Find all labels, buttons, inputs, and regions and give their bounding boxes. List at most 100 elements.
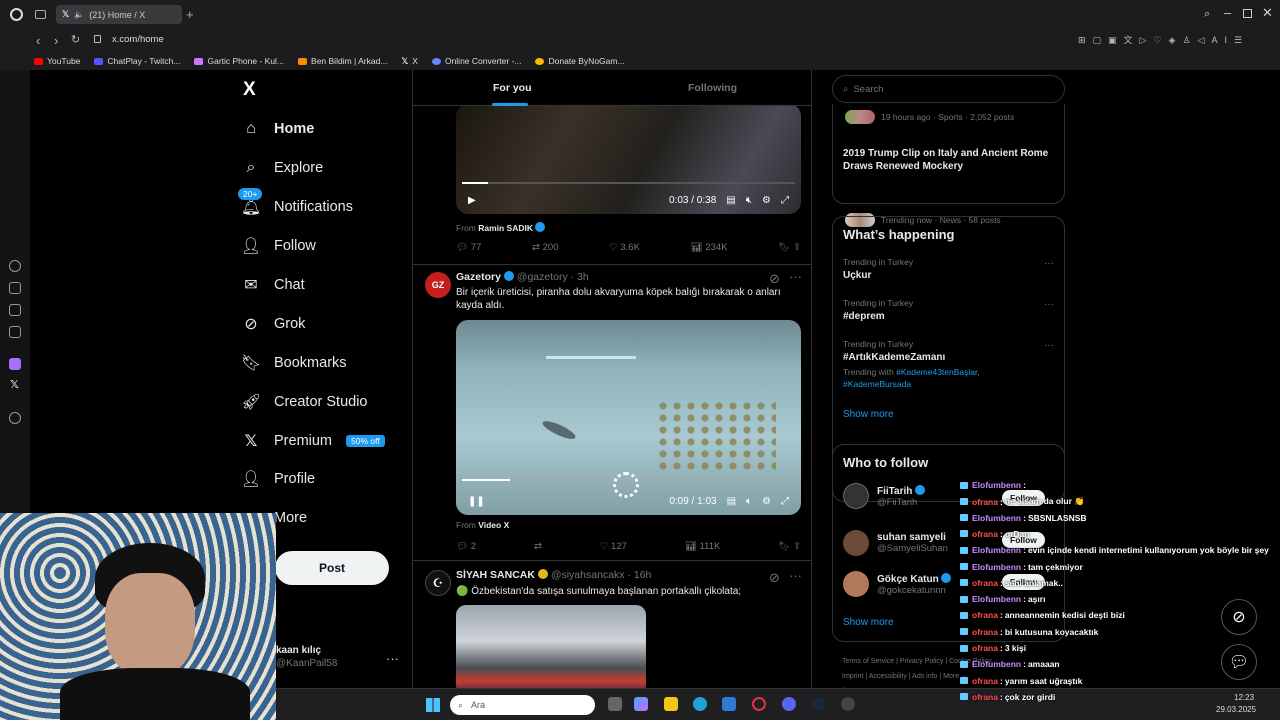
taskbar-search-input[interactable]: ⌕ Ara <box>450 695 595 715</box>
reply-button[interactable]: 💬︎ 77 <box>456 242 481 253</box>
m-icon[interactable] <box>9 326 21 338</box>
twitch-icon[interactable] <box>9 358 21 370</box>
bookmark-converter[interactable]: Online Converter -... <box>431 56 521 66</box>
like-button[interactable]: ♡ 127 <box>600 541 627 552</box>
minimize-button[interactable]: – <box>1224 5 1231 20</box>
tweet-more-icon[interactable]: ··· <box>789 269 802 284</box>
search-input[interactable]: ⌕ Search <box>832 75 1065 103</box>
trend-item[interactable]: Trending in Turkey Uçkur <box>843 257 913 281</box>
trend-more-icon[interactable]: ··· <box>1044 258 1054 269</box>
nav-chat[interactable]: ✉ Chat <box>242 276 304 294</box>
x-logo-icon[interactable]: X <box>243 79 256 101</box>
task-view-icon[interactable] <box>608 697 622 711</box>
url-field[interactable]: x.com/home <box>112 34 164 45</box>
follow-suggestion[interactable]: suhan samyeli @SamyeliSuhan <box>843 530 948 556</box>
settings-icon[interactable]: ⚙ <box>762 195 771 206</box>
chat-fab-button[interactable]: 💬︎ <box>1221 644 1257 680</box>
like-button[interactable]: ♡ 3.6K <box>609 242 640 253</box>
bookmark-tweet-button[interactable]: 🔖︎ ⇪ <box>778 541 801 552</box>
close-button[interactable]: ✕ <box>1262 5 1273 21</box>
tab-following[interactable]: Following <box>688 82 737 94</box>
account-switcher[interactable]: kaan kılıç @KaanPail58 ··· <box>276 645 406 675</box>
tweet2-avatar[interactable]: GZ <box>425 272 451 298</box>
bookmark-benbildim[interactable]: Ben Bildim | Arkad... <box>298 56 387 66</box>
captions-icon[interactable]: ▤ <box>727 496 736 507</box>
reload-icon[interactable]: ↻ <box>71 33 80 46</box>
extension-icons[interactable]: ⊞▢▣文▷♡◈♙◁AI☰ <box>1078 33 1249 46</box>
bookmark-gartic[interactable]: Gartic Phone - Kul... <box>194 56 284 66</box>
tweet2-source-name[interactable]: Video X <box>478 520 509 530</box>
tabs-icon[interactable] <box>35 10 46 19</box>
new-tab-button[interactable]: + <box>186 7 194 22</box>
notes-icon[interactable] <box>9 304 21 316</box>
tweet1-source-name[interactable]: Ramin SADIK <box>478 223 533 233</box>
explorer-icon[interactable] <box>664 697 678 711</box>
follow-suggestion[interactable]: Gökçe Katun @gokcekatunnn <box>843 571 952 597</box>
bookmark-chatplay[interactable]: ChatPlay - Twitch... <box>94 56 180 66</box>
nav-explore[interactable]: ⌕ Explore <box>242 159 324 177</box>
history-icon[interactable] <box>9 260 21 272</box>
account-more-icon[interactable]: ··· <box>386 651 399 666</box>
pause-icon[interactable]: ❚❚ <box>468 496 485 507</box>
views-button[interactable]: 📊︎ 234K <box>691 242 728 253</box>
grok-fab-button[interactable]: ⊘ <box>1221 599 1257 635</box>
nav-bookmarks[interactable]: 🔖︎ Bookmarks <box>241 354 347 372</box>
views-button[interactable]: 📊︎ 111K <box>685 541 720 552</box>
trend-news-title[interactable]: 2019 Trump Clip on Italy and Ancient Rom… <box>843 147 1058 173</box>
forward-icon[interactable]: › <box>54 33 58 48</box>
edge-icon[interactable] <box>693 697 707 711</box>
opera-icon[interactable] <box>752 697 766 711</box>
grok-tweet-icon[interactable]: ⊘ <box>769 570 780 586</box>
show-more-link[interactable]: Show more <box>843 617 894 628</box>
play-icon[interactable]: ▶ <box>468 195 476 206</box>
tweet2-author[interactable]: Gazetory @gazetory · 3h <box>456 271 589 283</box>
browser-search-icon[interactable]: ⌕ <box>1204 8 1210 21</box>
tweet-more-icon[interactable]: ··· <box>789 568 802 583</box>
x-sidebar-icon[interactable]: 𝕏 <box>10 378 19 391</box>
steam-icon[interactable] <box>811 697 825 711</box>
grok-tweet-icon[interactable]: ⊘ <box>769 271 780 287</box>
trend-item[interactable]: Trending in Turkey #ArtıkKademeZamanı Tr… <box>843 339 980 389</box>
bookmark-youtube[interactable]: YouTube <box>34 56 80 66</box>
tweet3-author[interactable]: SİYAH SANCAK @siyahsancakx · 16h <box>456 569 651 581</box>
fullscreen-icon[interactable]: ⤢ <box>781 496 789 507</box>
bookmark-donate[interactable]: Donate ByNoGam... <box>535 56 625 66</box>
nav-notifications[interactable]: 🔔︎ 20+ Notifications <box>238 188 353 216</box>
nav-profile[interactable]: 👤︎ Profile <box>241 470 315 488</box>
back-icon[interactable]: ‹ <box>36 33 40 48</box>
nav-follow[interactable]: 👤︎ Follow <box>241 237 316 255</box>
video-progress[interactable] <box>462 182 795 184</box>
trend-more-icon[interactable]: ··· <box>1044 340 1054 351</box>
discord-icon[interactable] <box>782 697 796 711</box>
bookmark-x[interactable]: 𝕏X <box>401 56 418 67</box>
nav-premium[interactable]: 𝕏 Premium 50% off <box>242 432 385 450</box>
nav-grok[interactable]: ⊘ Grok <box>242 315 305 333</box>
trend-more-icon[interactable]: ··· <box>1044 299 1054 310</box>
tweet3-image[interactable] <box>456 605 646 688</box>
mute-icon[interactable]: 🔇︎ <box>746 195 752 206</box>
repost-button[interactable]: ⇄ <box>534 541 542 552</box>
post-button[interactable]: Post <box>275 551 389 585</box>
bookmark-tweet-button[interactable]: 🔖︎ ⇪ <box>778 242 801 253</box>
show-more-link[interactable]: Show more <box>843 409 894 420</box>
follow-suggestion[interactable]: FiiTarih @FiiTarih <box>843 483 926 509</box>
app-icon[interactable] <box>841 697 855 711</box>
windows-start-icon[interactable] <box>426 698 440 712</box>
tweet1-video[interactable]: ▶ 0:03 / 0:38 ▤ 🔇︎ ⚙ ⤢ <box>456 104 801 214</box>
captions-icon[interactable]: ▤ <box>726 195 735 206</box>
maximize-button[interactable] <box>1243 9 1252 18</box>
copilot-icon[interactable] <box>634 697 648 711</box>
fullscreen-icon[interactable]: ⤢ <box>781 195 789 206</box>
trend-item[interactable]: Trending in Turkey #deprem <box>843 298 913 322</box>
tweet3-avatar[interactable]: ☪ <box>425 570 451 596</box>
nav-creator-studio[interactable]: 🚀︎ Creator Studio <box>241 393 368 411</box>
tab-for-you[interactable]: For you <box>493 82 532 94</box>
store-icon[interactable] <box>722 697 736 711</box>
settings-icon[interactable]: ⚙ <box>762 496 771 507</box>
tweet2-video[interactable]: ❚❚ 0:09 / 1:03 ▤ 🔈︎ ⚙ ⤢ <box>456 320 801 515</box>
browser-logo-icon[interactable] <box>10 8 23 21</box>
repost-button[interactable]: ⇄ 200 <box>532 242 558 253</box>
clock-icon[interactable] <box>9 412 21 424</box>
reply-button[interactable]: 💬︎ 2 <box>456 541 476 552</box>
volume-icon[interactable]: 🔈︎ <box>746 496 752 507</box>
